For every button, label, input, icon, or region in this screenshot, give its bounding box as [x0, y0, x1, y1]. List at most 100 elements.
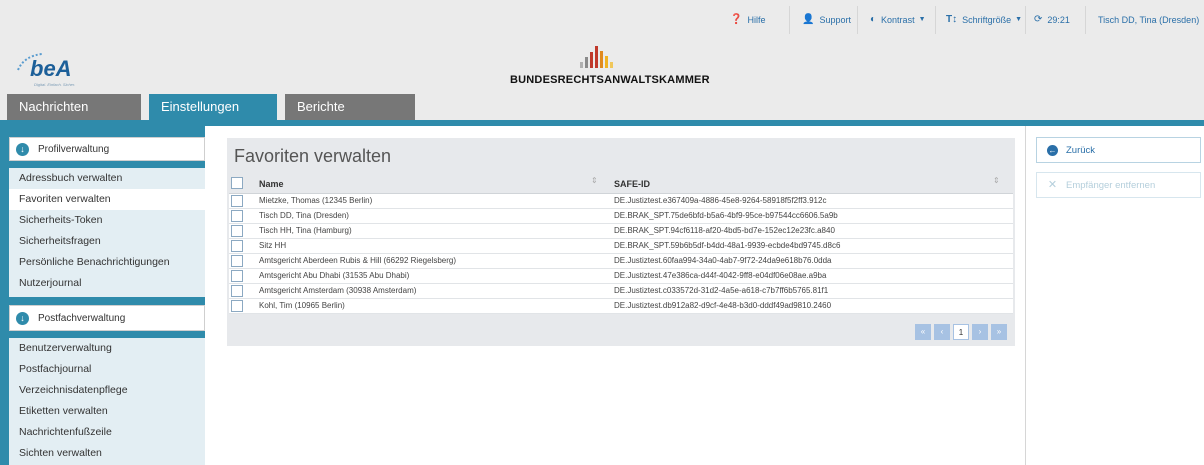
row-checkbox[interactable] [231, 240, 243, 252]
cell-safe-id: DE.Justiztest.60faa994-34a0-4ab7-9f72-24… [614, 256, 832, 265]
help-label: Hilfe [747, 15, 766, 25]
cell-name: Amtsgericht Amsterdam (30938 Amsterdam) [259, 286, 417, 295]
fontsize-label: Schriftgröße [962, 15, 1012, 25]
divider [935, 6, 936, 34]
table-row[interactable]: Tisch DD, Tina (Dresden) DE.BRAK_SPT.75de… [229, 209, 1013, 224]
back-label: Zurück [1066, 144, 1096, 156]
bea-tagline: Digital. Einfach. Sicher. [34, 82, 76, 87]
chevron-down-icon: ▼ [1015, 16, 1023, 23]
cell-name: Kohl, Tim (10965 Berlin) [259, 301, 345, 310]
sidebar-item-sicherheitsfragen[interactable]: Sicherheitsfragen [9, 231, 205, 252]
table-row[interactable]: Kohl, Tim (10965 Berlin) DE.Justiztest.db… [229, 299, 1013, 314]
sidebar-item-etiketten[interactable]: Etiketten verwalten [9, 401, 205, 422]
row-checkbox[interactable] [231, 195, 243, 207]
sidebar-item-sicherheits-token[interactable]: Sicherheits-Token [9, 210, 205, 231]
sidebar-item-favoriten[interactable]: Favoriten verwalten [9, 189, 205, 210]
timer-value: 29:21 [1047, 15, 1070, 25]
current-page-button[interactable]: 1 [953, 324, 969, 340]
first-page-button[interactable]: « [915, 324, 931, 340]
sidebar-list-postfach: Benutzerverwaltung Postfachjournal Verze… [9, 338, 205, 465]
contrast-label: Kontrast [881, 15, 915, 25]
contrast-dropdown[interactable]: ◐ Kontrast ▼ [870, 12, 926, 28]
table-row[interactable]: Amtsgericht Amsterdam (30938 Amsterdam) D… [229, 284, 1013, 299]
session-timer[interactable]: ⟳ 29:21 [1034, 12, 1070, 28]
arrow-down-circle-icon: ↓ [16, 142, 29, 156]
cell-safe-id: DE.Justiztest.c033572d-31d2-4a5e-a618-c7… [614, 286, 829, 295]
sort-icon[interactable]: ⇕ [993, 176, 1000, 185]
sidebar-item-benutzerverwaltung[interactable]: Benutzerverwaltung [9, 338, 205, 359]
top-bar: ❓ Hilfe 👤 Support ◐ Kontrast ▼ T↕ Schrif… [0, 0, 1204, 38]
sidebar-group-profil[interactable]: ↓ Profilverwaltung [9, 137, 205, 161]
cell-safe-id: DE.BRAK_SPT.94cf6118-af20-4bd5-bd7e-152e… [614, 226, 835, 235]
row-checkbox[interactable] [231, 300, 243, 312]
help-link[interactable]: ❓ Hilfe [730, 12, 765, 28]
fontsize-dropdown[interactable]: T↕ Schriftgröße ▼ [946, 12, 1022, 28]
action-panel: ← Zurück ✕ Empfänger entfernen [1025, 126, 1204, 465]
cell-safe-id: DE.Justiztest.db912a82-d9cf-4e48-b3d0-dd… [614, 301, 832, 310]
table-row[interactable]: Amtsgericht Aberdeen Rubis & Hill (66292… [229, 254, 1013, 269]
select-all-checkbox[interactable] [231, 177, 243, 189]
chevron-down-icon: ▼ [918, 16, 926, 23]
sidebar-item-postfachjournal[interactable]: Postfachjournal [9, 359, 205, 380]
user-icon: 👤 [802, 14, 815, 25]
sidebar-item-verzeichnisdatenpflege[interactable]: Verzeichnisdatenpflege [9, 380, 205, 401]
prev-page-button[interactable]: ‹ [934, 324, 950, 340]
divider [1025, 6, 1026, 34]
table-row[interactable]: Mietzke, Thomas (12345 Berlin) DE.Justizt… [229, 194, 1013, 209]
favorites-panel: Favoriten verwalten Name ⇕ SAFE-ID ⇕ Mie… [227, 138, 1015, 346]
sidebar-group-label: Postfachverwaltung [38, 312, 126, 324]
sidebar-item-benachrichtigungen[interactable]: Persönliche Benachrichtigungen [9, 252, 205, 273]
table-header: Name ⇕ SAFE-ID ⇕ [229, 174, 1013, 194]
cell-name: Sitz HH [259, 241, 287, 250]
row-checkbox[interactable] [231, 255, 243, 267]
refresh-icon: ⟳ [1034, 14, 1043, 25]
cell-name: Mietzke, Thomas (12345 Berlin) [259, 196, 373, 205]
tab-nachrichten[interactable]: Nachrichten [7, 94, 141, 120]
table-body: Mietzke, Thomas (12345 Berlin) DE.Justizt… [229, 194, 1013, 314]
sidebar: ↓ Profilverwaltung Adressbuch verwalten … [0, 126, 205, 465]
favorites-table: Name ⇕ SAFE-ID ⇕ Mietzke, Thomas (12345 … [229, 174, 1013, 314]
table-row[interactable]: Sitz HH DE.BRAK_SPT.59b6b5df-b4dd-48a1-99… [229, 239, 1013, 254]
next-page-button[interactable]: › [972, 324, 988, 340]
arrow-down-circle-icon: ↓ [16, 311, 29, 325]
column-header-name[interactable]: Name [259, 179, 284, 189]
main-tabs: Nachrichten Einstellungen Berichte [0, 94, 1204, 120]
tab-einstellungen[interactable]: Einstellungen [149, 94, 277, 120]
cell-name: Amtsgericht Abu Dhabi (31535 Abu Dhabi) [259, 271, 410, 280]
sort-icon[interactable]: ⇕ [591, 176, 598, 185]
sidebar-group-postfach[interactable]: ↓ Postfachverwaltung [9, 305, 205, 331]
header: beA Digital. Einfach. Sicher. BUNDESRECH… [0, 38, 1204, 94]
support-link[interactable]: 👤 Support [802, 12, 851, 28]
back-button[interactable]: ← Zurück [1036, 137, 1201, 163]
sidebar-group-label: Profilverwaltung [38, 143, 110, 155]
text-size-icon: T↕ [946, 14, 958, 25]
table-row[interactable]: Amtsgericht Abu Dhabi (31535 Abu Dhabi) D… [229, 269, 1013, 284]
tab-berichte[interactable]: Berichte [285, 94, 415, 120]
divider [857, 6, 858, 34]
sidebar-item-sichten[interactable]: Sichten verwalten [9, 443, 205, 464]
cell-safe-id: DE.BRAK_SPT.59b6b5df-b4dd-48a1-9939-ecbd… [614, 241, 841, 250]
cell-safe-id: DE.BRAK_SPT.75de6bfd-b5a6-4bf9-95ce-b975… [614, 211, 838, 220]
column-header-safe-id[interactable]: SAFE-ID [614, 179, 650, 189]
sidebar-item-adressbuch[interactable]: Adressbuch verwalten [9, 168, 205, 189]
table-row[interactable]: Tisch HH, Tina (Hamburg) DE.BRAK_SPT.94cf… [229, 224, 1013, 239]
sidebar-item-nutzerjournal[interactable]: Nutzerjournal [9, 273, 205, 294]
divider [789, 6, 790, 34]
last-page-button[interactable]: » [991, 324, 1007, 340]
row-checkbox[interactable] [231, 210, 243, 222]
row-checkbox[interactable] [231, 270, 243, 282]
support-label: Support [819, 15, 851, 25]
bea-logo: beA Digital. Einfach. Sicher. [16, 52, 100, 88]
remove-recipient-button[interactable]: ✕ Empfänger entfernen [1036, 172, 1201, 198]
question-circle-icon: ❓ [730, 14, 743, 25]
row-checkbox[interactable] [231, 285, 243, 297]
close-icon: ✕ [1047, 178, 1058, 191]
sidebar-item-fusszeile[interactable]: Nachrichtenfußzeile [9, 422, 205, 443]
pagination: « ‹ 1 › » [915, 324, 1007, 340]
brak-bars-icon [580, 46, 620, 68]
brak-name: BUNDESRECHTSANWALTSKAMMER [510, 74, 710, 86]
cell-safe-id: DE.Justiztest.e367409a-4886-45e8-9264-58… [614, 196, 827, 205]
divider [1085, 6, 1086, 34]
row-checkbox[interactable] [231, 225, 243, 237]
user-menu[interactable]: Tisch DD, Tina (Dresden) ⏻ [1098, 12, 1204, 28]
